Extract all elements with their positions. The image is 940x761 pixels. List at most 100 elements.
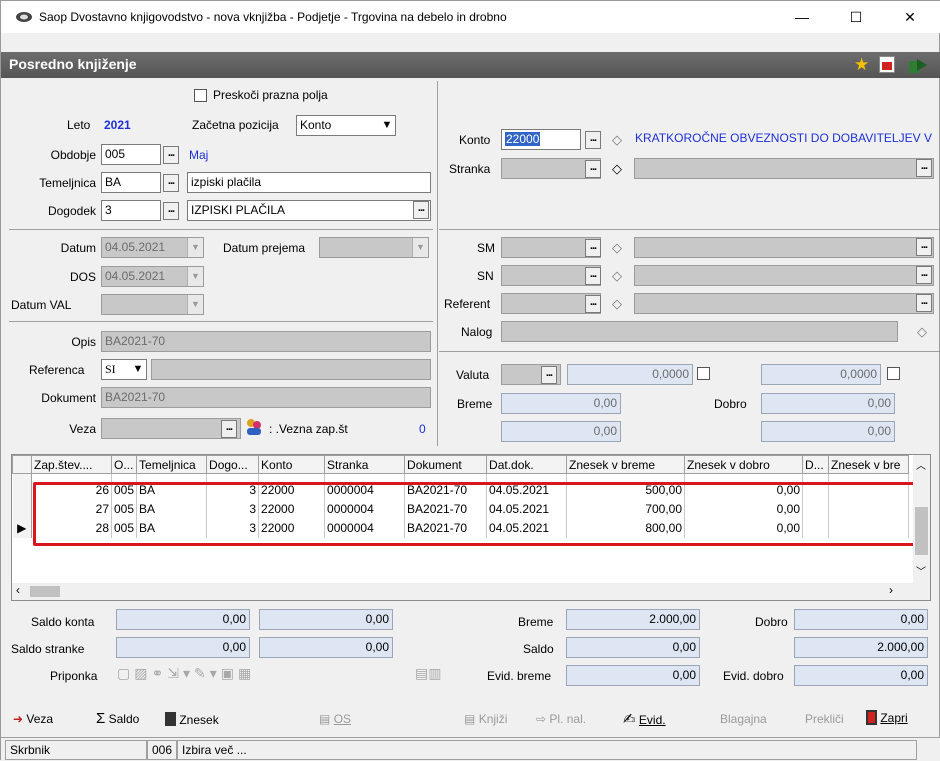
nalog-field[interactable] [501, 321, 898, 342]
column-header[interactable]: Znesek v bre [828, 455, 910, 474]
evid-button[interactable]: ✍ Evid. [623, 710, 666, 728]
column-header[interactable]: Dokument [404, 455, 488, 474]
cell[interactable]: 0000004 [324, 499, 406, 519]
cell[interactable] [828, 499, 910, 519]
cell[interactable] [828, 480, 910, 500]
scroll-down-icon[interactable]: ﹀ [916, 563, 926, 578]
exit-door-icon[interactable] [907, 55, 929, 75]
valuta-checkbox-2[interactable] [887, 367, 900, 380]
reference-code-select[interactable]: SI ▼ [101, 359, 147, 380]
cell[interactable]: 3 [206, 480, 260, 500]
cell[interactable]: 700,00 [566, 499, 686, 519]
report-icon[interactable] [879, 56, 895, 73]
column-header[interactable]: O... [110, 455, 138, 474]
cell[interactable]: BA [136, 480, 208, 500]
cell[interactable] [802, 499, 830, 519]
column-header[interactable]: Dat.dok. [486, 455, 568, 474]
eraser-icon[interactable]: ◇ [608, 132, 626, 148]
stranka-name-lookup-button[interactable]: ... [916, 159, 932, 177]
cell[interactable]: 04.05.2021 [486, 518, 568, 538]
znesek-button[interactable]: Znesek [165, 712, 219, 727]
scroll-right-icon[interactable]: › [889, 583, 893, 597]
link-lookup-button[interactable]: ... [221, 420, 237, 438]
eraser-icon[interactable]: ◇ [608, 268, 626, 284]
date-field[interactable]: 04.05.2021 ▼ [101, 237, 204, 258]
dropdown-icon[interactable]: ▾ [183, 665, 194, 681]
eraser-icon[interactable]: ◇ [913, 324, 931, 340]
cell[interactable]: 22000 [258, 480, 326, 500]
cell[interactable]: 27 [31, 499, 112, 519]
cell[interactable]: 22000 [258, 518, 326, 538]
sn-lookup-button[interactable]: ... [585, 267, 601, 285]
sn-name-lookup-button[interactable]: ... [916, 266, 932, 284]
referent-lookup-button[interactable]: ... [585, 295, 601, 313]
column-header[interactable]: Zap.štev.... [31, 455, 112, 474]
view-document-icon[interactable]: ▣ [221, 665, 238, 681]
cell[interactable]: BA2021-70 [404, 480, 488, 500]
minimize-button[interactable]: — [779, 1, 825, 33]
period-lookup-button[interactable]: ... [163, 146, 179, 164]
sn-name-field[interactable]: ... [634, 265, 934, 286]
sm-name-lookup-button[interactable]: ... [916, 238, 932, 256]
cell[interactable]: BA2021-70 [404, 518, 488, 538]
cell[interactable]: BA [136, 518, 208, 538]
link-document-icon[interactable]: ⚭ [151, 665, 167, 681]
opis-field[interactable]: BA2021-70 [101, 331, 431, 352]
chevron-down-icon[interactable]: ▼ [412, 238, 428, 257]
column-header[interactable]: Konto [258, 455, 326, 474]
dos-field[interactable]: 04.05.2021 ▼ [101, 266, 204, 287]
entries-grid[interactable]: Zap.štev.... O... Temeljnica Dogo... Kon… [11, 454, 931, 601]
column-header[interactable]: Znesek v dobro [684, 455, 804, 474]
cell[interactable]: 3 [206, 499, 260, 519]
cell[interactable]: 04.05.2021 [486, 499, 568, 519]
cell[interactable]: 28 [31, 518, 112, 538]
cell[interactable]: 005 [111, 499, 138, 519]
preklici-button[interactable]: Prekliči [805, 712, 844, 726]
valuta-amount-2[interactable]: 0,0000 [761, 364, 881, 385]
doc-base-lookup-button[interactable]: ... [163, 174, 179, 192]
chevron-down-icon[interactable]: ▼ [130, 360, 146, 379]
attachment-scan-icon[interactable]: ▤▥ [415, 665, 441, 682]
close-button[interactable]: ✕ [887, 1, 933, 33]
os-button[interactable]: ▤ OS [319, 712, 351, 726]
column-header[interactable]: Temeljnica [136, 455, 208, 474]
scroll-left-icon[interactable]: ‹ [16, 583, 20, 597]
cell[interactable]: 0000004 [324, 518, 406, 538]
breme-field-2[interactable]: 0,00 [501, 421, 621, 442]
received-date-field[interactable]: ▼ [319, 237, 429, 258]
event-desc-lookup-button[interactable]: ... [413, 201, 429, 219]
event-desc-field[interactable]: IZPISKI PLAČILA ... [187, 200, 431, 221]
export-document-icon[interactable]: ⇲ [167, 665, 183, 681]
favorite-star-icon[interactable]: ★ [854, 55, 869, 75]
scroll-up-icon[interactable]: ︿ [916, 457, 926, 472]
edit-document-icon[interactable]: ▨ [134, 665, 151, 681]
cell[interactable]: 04.05.2021 [486, 480, 568, 500]
people-icon[interactable] [244, 417, 264, 437]
chevron-down-icon[interactable]: ▼ [379, 116, 395, 135]
cell[interactable] [802, 518, 830, 538]
document-field[interactable]: BA2021-70 [101, 387, 431, 408]
stranka-name-field[interactable]: ... [634, 158, 934, 179]
cell[interactable]: 0,00 [684, 518, 804, 538]
chevron-down-icon[interactable]: ▼ [187, 267, 203, 286]
scroll-thumb[interactable] [30, 586, 60, 597]
column-header[interactable]: D... [802, 455, 830, 474]
cell[interactable]: 005 [111, 518, 138, 538]
cell[interactable]: 0,00 [684, 480, 804, 500]
valuta-amount-1[interactable]: 0,0000 [567, 364, 693, 385]
cell[interactable]: 0000004 [324, 480, 406, 500]
pencil-icon[interactable]: ✎ [194, 665, 210, 681]
cell[interactable]: BA [136, 499, 208, 519]
cell[interactable] [828, 518, 910, 538]
start-position-select[interactable]: Konto ▼ [296, 115, 396, 136]
zapri-button[interactable]: Zapri [866, 710, 908, 725]
valuta-checkbox-1[interactable] [697, 367, 710, 380]
val-date-field[interactable]: ▼ [101, 294, 204, 315]
cell[interactable]: 26 [31, 480, 112, 500]
doc-base-desc-field[interactable]: izpiski plačila [187, 172, 431, 193]
column-header[interactable]: Znesek v breme [566, 455, 686, 474]
sm-lookup-button[interactable]: ... [585, 239, 601, 257]
dobro-field[interactable]: 0,00 [761, 393, 895, 414]
table-row-current[interactable]: ▶ 28 005 BA 3 22000 0000004 BA2021-70 04… [12, 518, 910, 538]
cell[interactable]: 22000 [258, 499, 326, 519]
